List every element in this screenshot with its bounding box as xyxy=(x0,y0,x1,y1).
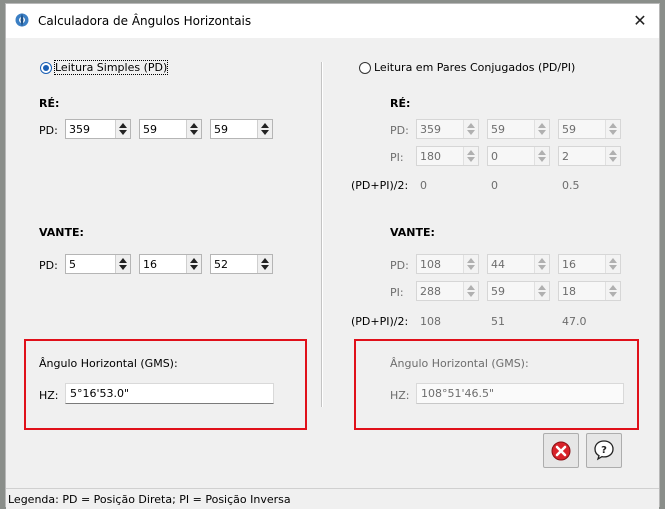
spinner-arrows[interactable] xyxy=(605,147,620,165)
right-vante-avg-degrees: 108 xyxy=(420,315,441,328)
right-vante-pd-minutes-spinner[interactable]: 44 xyxy=(487,254,550,274)
spinner-arrows[interactable] xyxy=(115,120,130,138)
spinner-value: 5 xyxy=(69,258,76,271)
right-vante-pi-degrees-spinner[interactable]: 288 xyxy=(416,281,479,301)
right-re-avg-degrees: 0 xyxy=(420,179,427,192)
status-bar: Legenda: PD = Posição Direta; PI = Posiç… xyxy=(6,488,659,509)
help-button[interactable]: ? xyxy=(586,433,622,468)
left-result-highlight xyxy=(24,339,307,430)
radio-paired-reading[interactable] xyxy=(359,62,371,74)
spinner-value: 59 xyxy=(143,123,157,136)
window-close-icon[interactable]: ✕ xyxy=(629,10,651,32)
spinner-arrows[interactable] xyxy=(115,255,130,273)
red-x-icon xyxy=(551,441,571,464)
spinner-value: 180 xyxy=(420,150,441,163)
spinner-arrows[interactable] xyxy=(534,120,549,138)
spinner-arrows[interactable] xyxy=(605,120,620,138)
spinner-arrows[interactable] xyxy=(463,120,478,138)
right-re-avg-seconds: 0.5 xyxy=(562,179,580,192)
left-re-title: RÉ: xyxy=(39,97,60,110)
spinner-value: 52 xyxy=(214,258,228,271)
window-title: Calculadora de Ângulos Horizontais xyxy=(38,14,252,28)
right-re-pi-label: PI: xyxy=(390,151,404,164)
svg-text:?: ? xyxy=(601,445,607,456)
spinner-arrows[interactable] xyxy=(257,255,272,273)
spinner-value: 288 xyxy=(420,285,441,298)
right-vante-pd-degrees-spinner[interactable]: 108 xyxy=(416,254,479,274)
spinner-value: 16 xyxy=(143,258,157,271)
right-re-avg-minutes: 0 xyxy=(491,179,498,192)
spinner-arrows[interactable] xyxy=(463,147,478,165)
right-re-avg-label: (PD+PI)/2: xyxy=(351,179,409,192)
spinner-value: 359 xyxy=(69,123,90,136)
right-re-pi-degrees-spinner[interactable]: 180 xyxy=(416,146,479,166)
spinner-arrows[interactable] xyxy=(463,255,478,273)
spinner-arrows[interactable] xyxy=(257,120,272,138)
right-vante-title: VANTE: xyxy=(390,226,435,239)
radio-simple-label[interactable]: Leitura Simples (PD) xyxy=(53,60,169,75)
right-re-pd-seconds-spinner[interactable]: 59 xyxy=(558,119,621,139)
spinner-arrows[interactable] xyxy=(605,255,620,273)
left-vante-pd-seconds-spinner[interactable]: 52 xyxy=(210,254,273,274)
spinner-value: 0 xyxy=(491,150,498,163)
spinner-value: 108 xyxy=(420,258,441,271)
right-re-pi-minutes-spinner[interactable]: 0 xyxy=(487,146,550,166)
spinner-value: 2 xyxy=(562,150,569,163)
right-vante-pi-label: PI: xyxy=(390,286,404,299)
vertical-separator xyxy=(321,62,323,407)
radio-paired-label[interactable]: Leitura em Pares Conjugados (PD/PI) xyxy=(374,61,575,74)
gear-compass-icon xyxy=(14,12,30,28)
calculator-window: Calculadora de Ângulos Horizontais ✕ Lei… xyxy=(5,3,660,509)
right-vante-pd-label: PD: xyxy=(390,259,409,272)
left-re-pd-minutes-spinner[interactable]: 59 xyxy=(139,119,202,139)
right-vante-pd-seconds-spinner[interactable]: 16 xyxy=(558,254,621,274)
right-re-pd-minutes-spinner[interactable]: 59 xyxy=(487,119,550,139)
radio-simple-reading[interactable] xyxy=(40,62,52,74)
legend-text: Legenda: PD = Posição Direta; PI = Posiç… xyxy=(8,493,291,506)
right-re-title: RÉ: xyxy=(390,97,411,110)
left-re-pd-seconds-spinner[interactable]: 59 xyxy=(210,119,273,139)
right-re-pd-label: PD: xyxy=(390,124,409,137)
spinner-arrows[interactable] xyxy=(186,255,201,273)
spinner-value: 59 xyxy=(491,123,505,136)
right-vante-avg-seconds: 47.0 xyxy=(562,315,587,328)
spinner-value: 59 xyxy=(214,123,228,136)
left-re-pd-label: PD: xyxy=(39,124,58,137)
spinner-value: 18 xyxy=(562,285,576,298)
right-vante-pi-seconds-spinner[interactable]: 18 xyxy=(558,281,621,301)
close-button[interactable] xyxy=(543,433,579,468)
spinner-value: 59 xyxy=(562,123,576,136)
spinner-arrows[interactable] xyxy=(186,120,201,138)
right-re-pd-degrees-spinner[interactable]: 359 xyxy=(416,119,479,139)
left-re-pd-degrees-spinner[interactable]: 359 xyxy=(65,119,131,139)
right-vante-pi-minutes-spinner[interactable]: 59 xyxy=(487,281,550,301)
spinner-arrows[interactable] xyxy=(463,282,478,300)
question-icon: ? xyxy=(593,439,615,464)
spinner-value: 16 xyxy=(562,258,576,271)
spinner-value: 59 xyxy=(491,285,505,298)
right-result-highlight xyxy=(354,339,639,430)
right-vante-avg-minutes: 51 xyxy=(491,315,505,328)
right-re-pi-seconds-spinner[interactable]: 2 xyxy=(558,146,621,166)
title-bar: Calculadora de Ângulos Horizontais ✕ xyxy=(6,4,659,38)
spinner-value: 44 xyxy=(491,258,505,271)
left-vante-pd-minutes-spinner[interactable]: 16 xyxy=(139,254,202,274)
spinner-value: 359 xyxy=(420,123,441,136)
spinner-arrows[interactable] xyxy=(605,282,620,300)
right-vante-avg-label: (PD+PI)/2: xyxy=(351,315,409,328)
left-vante-pd-label: PD: xyxy=(39,259,58,272)
left-vante-title: VANTE: xyxy=(39,226,84,239)
spinner-arrows[interactable] xyxy=(534,282,549,300)
spinner-arrows[interactable] xyxy=(534,255,549,273)
spinner-arrows[interactable] xyxy=(534,147,549,165)
left-vante-pd-degrees-spinner[interactable]: 5 xyxy=(65,254,131,274)
